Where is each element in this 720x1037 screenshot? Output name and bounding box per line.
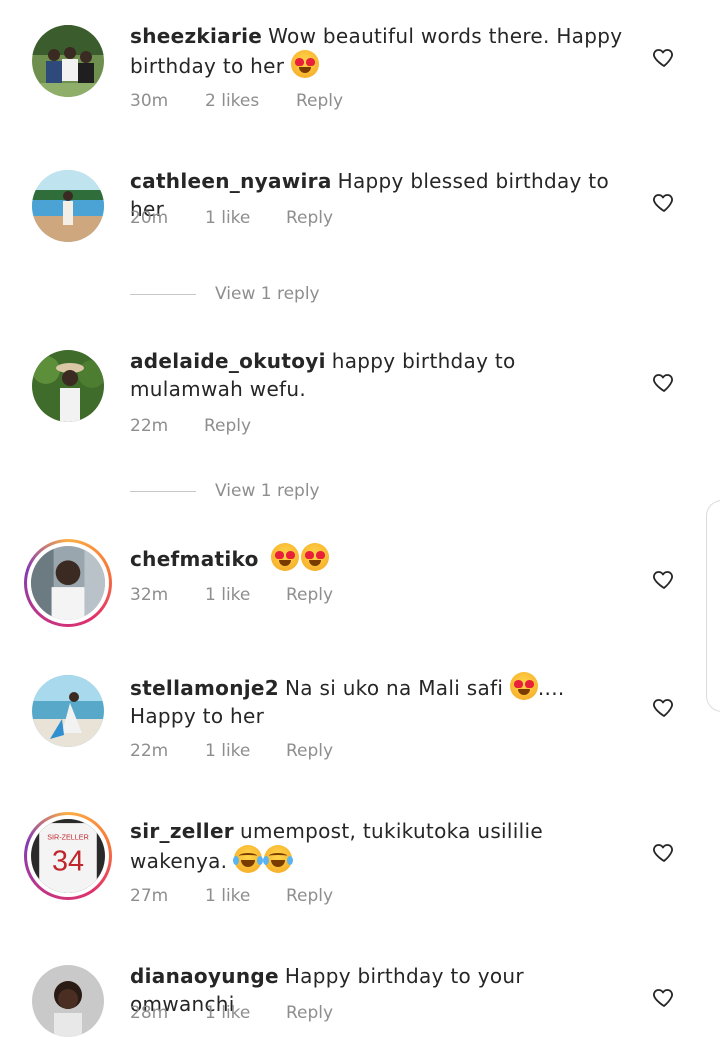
comment-text: stellamonje2 Na si uko na Mali safi .... … — [130, 672, 630, 730]
heart-eyes-emoji-icon — [301, 543, 330, 571]
view-replies-label[interactable]: View 1 reply — [215, 481, 320, 501]
view-replies-button[interactable]: View 1 reply — [130, 479, 430, 503]
reply-button[interactable]: Reply — [286, 585, 333, 605]
timestamp: 27m — [130, 886, 169, 906]
timestamp: 22m — [130, 416, 169, 436]
comment-meta: 20m 1 like Reply — [130, 208, 333, 228]
heart-eyes-emoji-icon — [290, 50, 319, 78]
username[interactable]: sir_zeller — [130, 819, 234, 843]
username[interactable]: chefmatiko — [130, 547, 259, 571]
avatar-photo — [32, 350, 104, 422]
username[interactable]: cathleen_nyawira — [130, 169, 332, 193]
username[interactable]: adelaide_okutoyi — [130, 349, 326, 373]
divider-line — [130, 293, 196, 295]
avatar[interactable] — [32, 170, 104, 242]
timestamp: 22m — [130, 741, 169, 761]
comment-text: sir_zeller umempost, tukikutoka usililie … — [130, 817, 630, 875]
reply-button[interactable]: Reply — [286, 741, 333, 761]
heart-outline-icon[interactable] — [652, 695, 676, 719]
tears-of-joy-emoji-icon — [262, 845, 293, 873]
comment-meta: 32m 1 like Reply — [130, 585, 333, 605]
avatar[interactable] — [32, 25, 104, 97]
heart-eyes-emoji-icon — [509, 672, 538, 700]
heart-outline-icon[interactable] — [652, 190, 676, 214]
username[interactable]: sheezkiarie — [130, 24, 262, 48]
likes-count[interactable]: 1 like — [205, 585, 286, 605]
avatar-photo — [32, 25, 104, 97]
comment-meta: 22m Reply — [130, 416, 251, 436]
heart-outline-icon[interactable] — [652, 45, 676, 69]
jersey-name: SIR-ZELLER — [47, 833, 89, 842]
avatar-photo — [32, 965, 104, 1037]
tears-of-joy-emoji-icon — [232, 845, 263, 873]
avatar[interactable] — [32, 350, 104, 422]
heart-outline-icon[interactable] — [652, 370, 676, 394]
reply-button[interactable]: Reply — [296, 91, 343, 111]
side-panel-edge[interactable] — [706, 500, 720, 712]
comment-meta: 28m 1 like Reply — [130, 1003, 333, 1023]
avatar-story-ring[interactable]: SIR-ZELLER 34 — [24, 812, 112, 900]
heart-outline-icon[interactable] — [652, 567, 676, 591]
jersey-number: 34 — [52, 845, 84, 877]
heart-outline-icon[interactable] — [652, 840, 676, 864]
heart-eyes-emoji-icon — [271, 543, 300, 571]
timestamp: 20m — [130, 208, 169, 228]
likes-count[interactable]: 1 like — [205, 886, 286, 906]
view-replies-button[interactable]: View 1 reply — [130, 282, 430, 306]
username[interactable]: stellamonje2 — [130, 676, 279, 700]
avatar-photo: SIR-ZELLER 34 — [31, 819, 105, 893]
divider-line — [130, 490, 196, 492]
comment-meta: 30m 2 likes Reply — [130, 91, 343, 111]
likes-count[interactable]: 1 like — [205, 741, 286, 761]
comment-meta: 27m 1 like Reply — [130, 886, 333, 906]
avatar[interactable] — [32, 965, 104, 1037]
avatar-photo — [31, 546, 105, 620]
comment-text: adelaide_okutoyi happy birthday to mulamw… — [130, 347, 630, 403]
timestamp: 32m — [130, 585, 169, 605]
heart-outline-icon[interactable] — [652, 985, 676, 1009]
likes-count[interactable]: 2 likes — [205, 91, 296, 111]
comment-meta: 22m 1 like Reply — [130, 741, 333, 761]
comment-text: chefmatiko — [130, 543, 630, 573]
avatar-photo — [32, 170, 104, 242]
comment-body: Na si uko na Mali safi — [285, 676, 504, 700]
timestamp: 30m — [130, 91, 169, 111]
reply-button[interactable]: Reply — [286, 208, 333, 228]
avatar[interactable] — [32, 675, 104, 747]
timestamp: 28m — [130, 1003, 169, 1023]
avatar-photo — [32, 675, 104, 747]
likes-count[interactable]: 1 like — [205, 1003, 286, 1023]
avatar-story-ring[interactable] — [24, 539, 112, 627]
reply-button[interactable]: Reply — [286, 1003, 333, 1023]
view-replies-label[interactable]: View 1 reply — [215, 284, 320, 304]
username[interactable]: dianaoyunge — [130, 964, 279, 988]
likes-count[interactable]: 1 like — [205, 208, 286, 228]
reply-button[interactable]: Reply — [286, 886, 333, 906]
comment-text: sheezkiarie Wow beautiful words there. Ha… — [130, 22, 630, 80]
reply-button[interactable]: Reply — [204, 416, 251, 436]
